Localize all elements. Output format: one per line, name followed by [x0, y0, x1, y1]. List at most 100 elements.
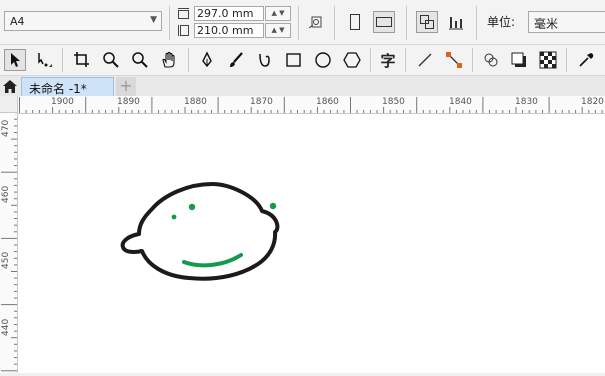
unit-value: 毫米 — [534, 17, 559, 31]
portrait-button[interactable] — [344, 11, 366, 33]
divider — [298, 6, 299, 40]
ruler-label: 470 — [1, 119, 11, 137]
page-height-input[interactable]: 210.0 mm — [194, 23, 264, 38]
ellipse-tool-button[interactable] — [312, 49, 334, 71]
add-tab-button[interactable]: + — [116, 77, 136, 96]
dot-left[interactable] — [171, 214, 177, 220]
divider — [169, 6, 170, 40]
rectangle-icon — [286, 53, 301, 67]
ruler-label: 1820 — [581, 97, 604, 107]
divider — [334, 6, 335, 40]
divider — [476, 6, 477, 40]
ruler-label: 1860 — [316, 97, 339, 107]
eye-dot[interactable] — [269, 202, 277, 210]
page-layout-icon — [420, 15, 434, 29]
page-height-control: 210.0 mm ▲ ▼ — [178, 23, 292, 39]
ruler-label: 1880 — [184, 97, 207, 107]
drawing-artwork — [120, 182, 280, 281]
divider — [405, 48, 406, 72]
page-width-icon — [178, 8, 189, 19]
ruler-label: 1870 — [250, 97, 273, 107]
brush-icon — [230, 52, 243, 67]
zoom-icon — [103, 52, 119, 68]
pen-tool-button[interactable] — [196, 49, 218, 71]
ruler-label: 440 — [1, 318, 11, 336]
tab-document[interactable]: 未命名 -1* — [21, 77, 114, 96]
crop-tool-button[interactable] — [71, 49, 93, 71]
connector-icon — [446, 52, 462, 68]
divider — [188, 48, 189, 72]
blend-icon — [484, 53, 498, 67]
toolbox: 字 — [0, 45, 605, 76]
all-pages-button[interactable] — [305, 11, 327, 33]
divider — [472, 48, 473, 72]
smile-arc[interactable] — [182, 253, 243, 268]
document-tab-bar: 未命名 -1* + — [0, 76, 605, 96]
ruler-label: 1830 — [515, 97, 538, 107]
dot-right[interactable] — [188, 203, 196, 211]
page-height-icon — [178, 25, 189, 36]
horizontal-ruler[interactable]: 1900 1890 1880 1870 1860 1850 1840 1830 … — [18, 96, 605, 114]
text-tool-button[interactable]: 字 — [377, 49, 399, 71]
divider — [406, 6, 407, 40]
shape-tool-button[interactable] — [33, 49, 55, 71]
unit-select[interactable]: 毫米 — [528, 11, 605, 33]
tab-document-label: 未命名 -1* — [29, 82, 87, 96]
page-settings-icon — [308, 16, 322, 29]
page-border-button[interactable] — [445, 11, 467, 33]
vertical-ruler[interactable]: 470 460 450 440 — [0, 96, 18, 373]
curve-icon — [259, 53, 270, 67]
curve-tool-button[interactable] — [254, 49, 276, 71]
landscape-button[interactable] — [373, 11, 395, 33]
brush-tool-button[interactable] — [225, 49, 247, 71]
ruler-label: 1900 — [51, 97, 74, 107]
crop-icon — [74, 52, 89, 67]
rectangle-tool-button[interactable] — [283, 49, 305, 71]
eyedropper-icon — [579, 53, 594, 67]
ruler-origin-corner[interactable] — [0, 96, 18, 113]
hand-icon — [162, 51, 175, 68]
home-button[interactable] — [0, 76, 20, 96]
hexagon-icon — [343, 52, 361, 68]
portrait-icon — [350, 14, 360, 30]
shadow-tool-button[interactable] — [508, 49, 530, 71]
height-spinner[interactable]: ▲ ▼ — [265, 23, 291, 38]
drop-shadow-icon — [511, 52, 526, 67]
page-size-value: A4 — [10, 15, 25, 28]
unit-label: 单位: — [487, 15, 516, 29]
divider — [566, 48, 567, 72]
ruler-label: 1890 — [117, 97, 140, 107]
pointer-icon — [11, 53, 20, 67]
chevron-down-icon: ▼ — [150, 15, 157, 25]
zoom-out-button[interactable] — [129, 49, 151, 71]
magnifier-icon — [132, 52, 148, 68]
zoom-tool-button[interactable] — [100, 49, 122, 71]
polygon-tool-button[interactable] — [341, 49, 363, 71]
property-bar: A4 ▼ 297.0 mm ▲ ▼ 210.0 mm ▲ ▼ 单位: 毫米 — [0, 0, 605, 45]
pick-tool-button[interactable] — [4, 49, 26, 71]
connector-tool-button[interactable] — [443, 49, 465, 71]
ellipse-icon — [315, 52, 331, 68]
dimension-tool-button[interactable] — [414, 49, 436, 71]
checkerboard-icon — [539, 51, 557, 69]
apply-layout-button[interactable] — [416, 11, 438, 33]
divider — [62, 48, 63, 72]
blend-tool-button[interactable] — [480, 49, 502, 71]
ruler-label: 450 — [1, 251, 11, 269]
ruler-label: 1840 — [449, 97, 472, 107]
page-size-select[interactable]: A4 ▼ — [4, 11, 162, 31]
page-width-control: 297.0 mm ▲ ▼ — [178, 6, 292, 22]
eyedropper-tool-button[interactable] — [575, 49, 597, 71]
transparency-tool-button[interactable] — [537, 49, 559, 71]
page-width-input[interactable]: 297.0 mm — [194, 6, 264, 21]
ruler-label: 1850 — [382, 97, 405, 107]
landscape-icon — [376, 17, 392, 27]
ruler-label: 460 — [1, 185, 11, 203]
pan-tool-button[interactable] — [158, 49, 180, 71]
bar-align-icon — [449, 17, 463, 30]
home-icon — [3, 79, 17, 93]
drawing-canvas[interactable] — [18, 114, 605, 373]
pen-icon — [202, 51, 212, 68]
dimension-icon — [418, 53, 432, 67]
width-spinner[interactable]: ▲ ▼ — [265, 6, 291, 21]
